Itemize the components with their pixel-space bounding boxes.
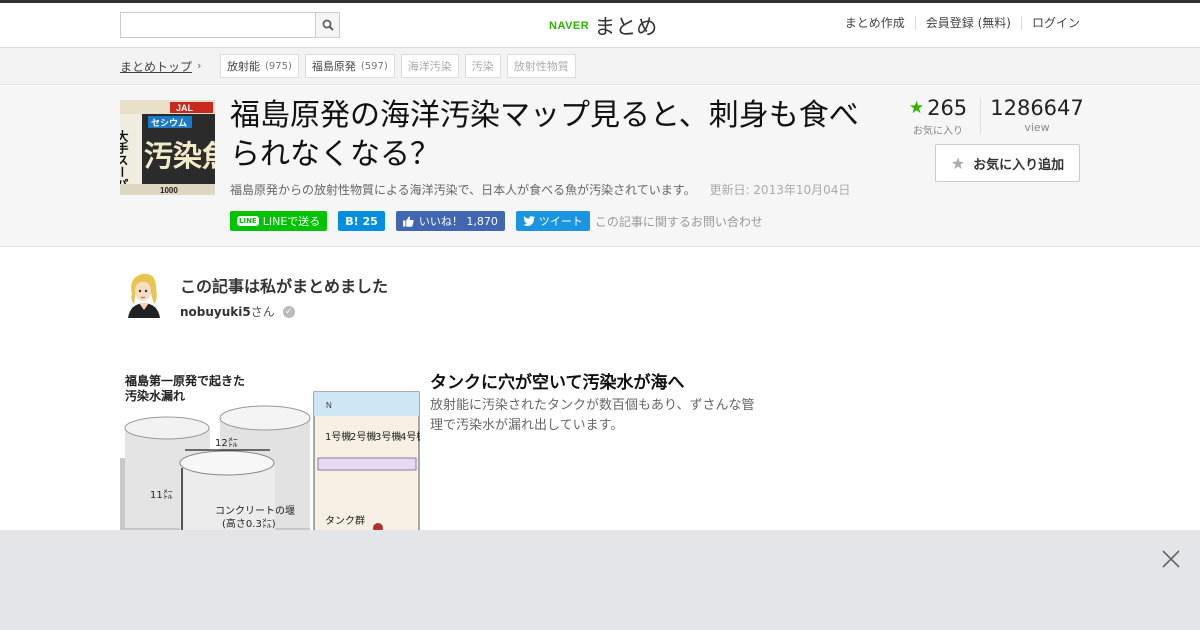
tag-count: (597) — [360, 60, 388, 72]
twitter-tweet-button[interactable]: ツイート — [515, 211, 590, 231]
twitter-tweet-label: ツイート — [538, 215, 583, 228]
favorites-label: お気に入り — [913, 126, 963, 137]
thumb-main-text: 汚染魚 — [144, 139, 215, 173]
diagram-wall-label: コンクリートの堰 — [215, 505, 295, 517]
tag-radioactivity[interactable]: 放射能 (975) — [220, 54, 299, 78]
favorites-stat: ★ 265 お気に入り — [903, 96, 973, 137]
hatena-label: B! 25 — [345, 214, 378, 228]
views-stat: 1286647 view — [988, 96, 1086, 134]
thumb-mid-text: セシウム — [151, 118, 187, 129]
article-description-row: 福島原発からの放射性物質による海洋汚染で、日本人が食べる魚が汚染されています。 … — [230, 181, 850, 198]
add-favorite-button[interactable]: ★ お気に入り追加 — [935, 144, 1080, 182]
avatar-illustration — [120, 270, 168, 318]
tag-label: 放射性物質 — [513, 60, 569, 73]
views-label: view — [1024, 121, 1050, 134]
facebook-like-button[interactable]: いいね！ 1,870 — [395, 211, 505, 231]
site-header: NAVER まとめ まとめ作成 会員登録 (無料) ログイン — [0, 3, 1200, 48]
item-image[interactable]: 福島第一原発で起きた 汚染水漏れ 12㍍ 11㍍ コンクリートの堰 (高さ0.3… — [120, 368, 420, 538]
author-name[interactable]: nobuyuki5 — [180, 305, 251, 319]
logo-naver: NAVER — [549, 20, 590, 32]
facebook-like-label: いいね！ 1,870 — [418, 215, 498, 228]
thumb-top-text: JAL — [176, 103, 194, 113]
item-description: 放射能に汚染されたタンクが数百個もあり、ずさんな管理で汚染水が漏れ出しています。 — [430, 398, 755, 433]
tag-label: 放射能 — [227, 60, 260, 73]
diagram-unit-1: 1号機 — [325, 430, 351, 443]
thumb-bottom-text: 1000 — [160, 186, 178, 195]
author-heading: この記事は私がまとめました — [180, 277, 389, 296]
tag-pollution[interactable]: 汚染 — [464, 54, 501, 78]
diagram-unit-4: 4号機 — [400, 430, 420, 443]
favorites-count: 265 — [927, 96, 968, 120]
tag-list: 放射能 (975) 福島原発 (597) 海洋汚染 汚染 放射性物質 — [220, 54, 582, 78]
thumb-left-text: 大手スーパ — [120, 129, 129, 190]
updated-date: 更新日: 2013年10月04日 — [709, 183, 851, 197]
logo-matome: まとめ — [594, 15, 658, 39]
author-suffix: さん — [250, 305, 275, 319]
tag-radioactive-material[interactable]: 放射性物質 — [506, 54, 576, 78]
item-title: タンクに穴が空いて汚染水が海へ — [430, 373, 685, 393]
verified-check-icon: ✓ — [282, 305, 295, 318]
hatena-bookmark-button[interactable]: B! 25 — [338, 211, 385, 231]
article-header: JAL 大手スーパ セシウム 汚染魚 1000 福島原発の海洋汚染マップ見ると、… — [0, 86, 1200, 247]
tag-label: 汚染 — [471, 60, 494, 73]
ad-overlay — [0, 530, 1200, 630]
article-title: 福島原発の海洋汚染マップ見ると、刺身も食べられなくなる？ — [230, 98, 859, 172]
contact-link[interactable]: この記事に関するお問い合わせ — [595, 213, 763, 230]
search-input[interactable] — [121, 13, 316, 37]
create-matome-link[interactable]: まとめ作成 — [835, 16, 915, 30]
diagram-dim-11: 11㍍ — [150, 488, 173, 501]
chevron-right-icon: › — [197, 59, 202, 72]
site-logo[interactable]: NAVER まとめ — [549, 12, 657, 40]
share-buttons: LINE LINEで送る B! 25 いいね！ 1,870 ツイート この記事に… — [230, 211, 763, 231]
tag-label: 福島原発 — [311, 60, 356, 73]
tag-fukushima[interactable]: 福島原発 (597) — [304, 54, 395, 78]
search-icon — [322, 19, 334, 31]
diagram-wall-height: (高さ0.3㍍) — [222, 517, 276, 530]
breadcrumb: まとめトップ › 放射能 (975) 福島原発 (597) 海洋汚染 汚染 放射… — [0, 48, 1200, 85]
login-link[interactable]: ログイン — [1020, 16, 1080, 30]
thumbnail-newspaper-image: JAL 大手スーパ セシウム 汚染魚 1000 — [120, 100, 215, 195]
diagram-unit-3: 3号機 — [375, 430, 401, 443]
diagram-title-line1: 福島第一原発で起きた — [124, 373, 245, 388]
stat-divider — [980, 98, 981, 134]
star-icon: ★ — [908, 98, 925, 118]
thumbs-up-icon — [402, 216, 414, 227]
register-link[interactable]: 会員登録 (無料) — [914, 16, 1021, 30]
diagram-dim-12: 12㍍ — [215, 436, 238, 449]
close-button[interactable] — [1160, 548, 1182, 570]
leak-diagram-image: 福島第一原発で起きた 汚染水漏れ 12㍍ 11㍍ コンクリートの堰 (高さ0.3… — [120, 368, 420, 538]
line-share-button[interactable]: LINE LINEで送る — [230, 211, 328, 231]
line-icon: LINE — [237, 216, 259, 226]
diagram-north: N — [326, 401, 332, 410]
article-thumbnail: JAL 大手スーパ セシウム 汚染魚 1000 — [120, 100, 215, 195]
search-box — [120, 12, 340, 38]
avatar[interactable] — [120, 270, 168, 318]
tag-label: 海洋汚染 — [407, 60, 452, 73]
add-favorite-label: お気に入り追加 — [973, 157, 1065, 173]
header-links: まとめ作成 会員登録 (無料) ログイン — [835, 16, 1080, 30]
star-outline-icon: ★ — [950, 153, 966, 173]
tag-ocean-pollution[interactable]: 海洋汚染 — [400, 54, 459, 78]
diagram-tanks-label: タンク群 — [325, 514, 365, 527]
twitter-bird-icon — [522, 216, 535, 226]
views-count: 1286647 — [990, 96, 1084, 120]
author-name-row: nobuyuki5 さん ✓ — [180, 303, 295, 320]
diagram-unit-2: 2号機 — [350, 430, 376, 443]
line-share-label: LINEで送る — [262, 215, 321, 228]
article-description: 福島原発からの放射性物質による海洋汚染で、日本人が食べる魚が汚染されています。 — [230, 183, 696, 197]
breadcrumb-top-link[interactable]: まとめトップ — [120, 58, 192, 75]
diagram-title-line2: 汚染水漏れ — [125, 388, 185, 403]
close-icon — [1162, 550, 1180, 568]
search-button[interactable] — [315, 13, 339, 37]
tag-count: (975) — [265, 60, 292, 72]
